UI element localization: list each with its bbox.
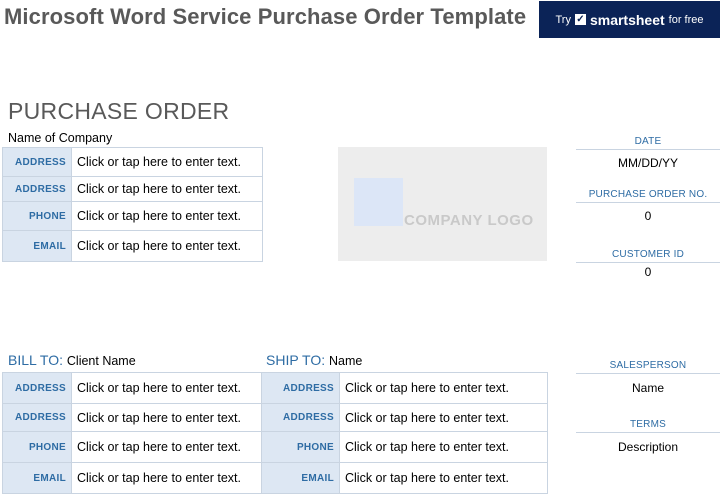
- field-label: EMAIL: [2, 230, 72, 262]
- bill-to-heading: BILL TO: Client Name: [8, 352, 136, 368]
- promo-brand-text: smartsheet: [589, 11, 665, 28]
- field-label: ADDRESS: [2, 176, 72, 202]
- company-name[interactable]: Name of Company: [8, 131, 112, 145]
- ship-to-table: ADDRESS Click or tap here to enter text.…: [261, 372, 548, 494]
- bill-to-address-2-field[interactable]: Click or tap here to enter text.: [71, 403, 263, 432]
- table-row: ADDRESS Click or tap here to enter text.: [2, 176, 263, 202]
- table-row: PHONE Click or tap here to enter text.: [261, 431, 548, 463]
- bill-to-table: ADDRESS Click or tap here to enter text.…: [2, 372, 263, 494]
- field-label: PHONE: [2, 201, 72, 231]
- terms-label: TERMS: [576, 419, 720, 433]
- field-label: ADDRESS: [2, 372, 72, 404]
- date-field[interactable]: MM/DD/YY: [576, 156, 720, 170]
- po-number-label: PURCHASE ORDER NO.: [576, 189, 720, 203]
- field-label: ADDRESS: [2, 147, 72, 177]
- table-row: ADDRESS Click or tap here to enter text.: [2, 372, 263, 404]
- table-row: ADDRESS Click or tap here to enter text.: [2, 403, 263, 432]
- customer-id-label: CUSTOMER ID: [576, 249, 720, 263]
- ship-to-address-1-field[interactable]: Click or tap here to enter text.: [339, 372, 548, 404]
- smartsheet-promo-banner[interactable]: Try ✓ smartsheet for free: [539, 1, 720, 38]
- field-label: ADDRESS: [261, 372, 340, 404]
- ship-to-address-2-field[interactable]: Click or tap here to enter text.: [339, 403, 548, 432]
- ship-to-heading: SHIP TO: Name: [266, 352, 363, 368]
- table-row: ADDRESS Click or tap here to enter text.: [261, 372, 548, 404]
- table-row: ADDRESS Click or tap here to enter text.: [2, 147, 263, 177]
- logo-image-icon: [354, 178, 403, 226]
- table-row: EMAIL Click or tap here to enter text.: [261, 462, 548, 494]
- company-phone-field[interactable]: Click or tap here to enter text.: [71, 201, 263, 231]
- bill-to-client-name[interactable]: Client Name: [67, 354, 136, 368]
- bill-to-phone-field[interactable]: Click or tap here to enter text.: [71, 431, 263, 463]
- salesperson-label: SALESPERSON: [576, 360, 720, 374]
- date-label: DATE: [576, 136, 720, 150]
- po-number-field[interactable]: 0: [576, 209, 720, 223]
- ship-to-phone-field[interactable]: Click or tap here to enter text.: [339, 431, 548, 463]
- terms-field[interactable]: Description: [576, 440, 720, 454]
- field-label: ADDRESS: [2, 403, 72, 432]
- company-address-2-field[interactable]: Click or tap here to enter text.: [71, 176, 263, 202]
- field-label: EMAIL: [261, 462, 340, 494]
- company-address-1-field[interactable]: Click or tap here to enter text.: [71, 147, 263, 177]
- promo-free-text: for free: [668, 13, 704, 26]
- bill-to-label: BILL TO: [8, 352, 60, 368]
- logo-text: COMPANY LOGO: [404, 212, 534, 229]
- table-row: ADDRESS Click or tap here to enter text.: [261, 403, 548, 432]
- field-label: EMAIL: [2, 462, 72, 494]
- table-row: EMAIL Click or tap here to enter text.: [2, 230, 263, 262]
- salesperson-field[interactable]: Name: [576, 381, 720, 395]
- ship-to-email-field[interactable]: Click or tap here to enter text.: [339, 462, 548, 494]
- bill-to-address-1-field[interactable]: Click or tap here to enter text.: [71, 372, 263, 404]
- smartsheet-check-icon: ✓: [574, 14, 586, 25]
- field-label: PHONE: [2, 431, 72, 463]
- promo-try-text: Try: [555, 13, 571, 26]
- company-email-field[interactable]: Click or tap here to enter text.: [71, 230, 263, 262]
- purchase-order-heading: PURCHASE ORDER: [8, 98, 230, 124]
- company-info-table: ADDRESS Click or tap here to enter text.…: [2, 147, 263, 262]
- ship-to-name[interactable]: Name: [329, 354, 362, 368]
- table-row: PHONE Click or tap here to enter text.: [2, 201, 263, 231]
- company-logo-placeholder[interactable]: COMPANY LOGO: [338, 147, 547, 261]
- table-row: EMAIL Click or tap here to enter text.: [2, 462, 263, 494]
- document-title: Microsoft Word Service Purchase Order Te…: [4, 4, 527, 29]
- customer-id-field[interactable]: 0: [576, 265, 720, 279]
- ship-to-label: SHIP TO: [266, 352, 322, 368]
- table-row: PHONE Click or tap here to enter text.: [2, 431, 263, 463]
- field-label: PHONE: [261, 431, 340, 463]
- field-label: ADDRESS: [261, 403, 340, 432]
- bill-to-email-field[interactable]: Click or tap here to enter text.: [71, 462, 263, 494]
